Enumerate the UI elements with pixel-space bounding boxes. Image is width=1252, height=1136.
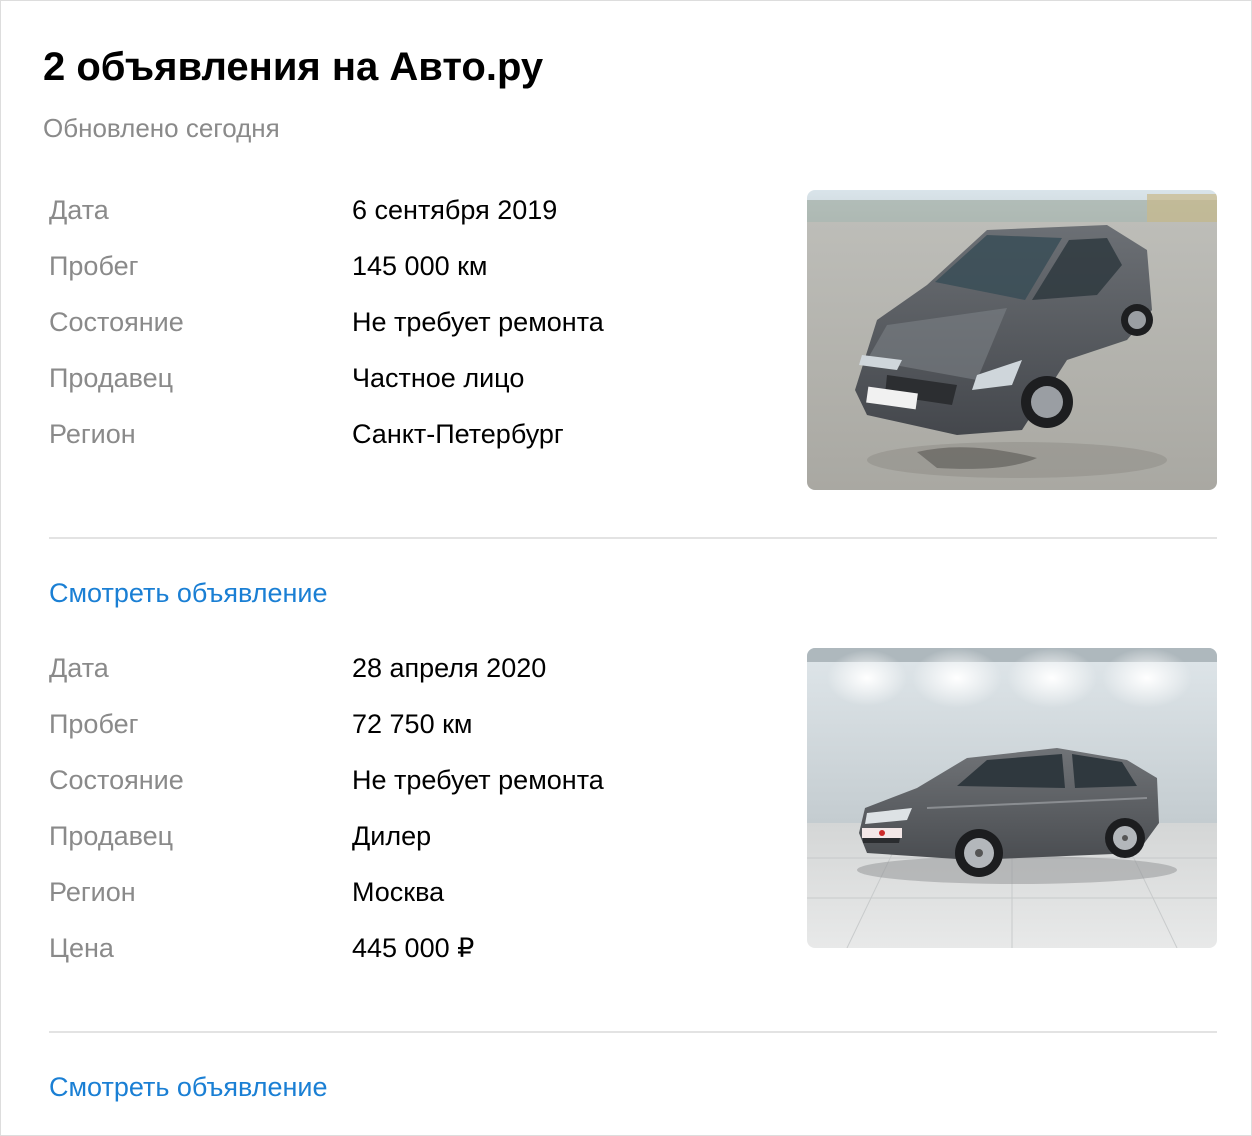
detail-row-seller: Продавец Частное лицо — [49, 358, 769, 414]
detail-label: Продавец — [49, 363, 174, 393]
detail-row-date: Дата 6 сентября 2019 — [49, 190, 769, 246]
car-photo-showroom[interactable] — [807, 648, 1217, 948]
detail-value: Дилер — [352, 821, 432, 851]
detail-value: 445 000 ₽ — [352, 933, 475, 963]
detail-label: Регион — [49, 419, 136, 449]
divider — [49, 537, 1217, 539]
detail-row-mileage: Пробег 145 000 км — [49, 246, 769, 302]
detail-row-seller: Продавец Дилер — [49, 816, 769, 872]
detail-label: Дата — [49, 195, 109, 225]
view-listing-link[interactable]: Смотреть объявление — [49, 1067, 328, 1107]
detail-label: Регион — [49, 877, 136, 907]
detail-label: Состояние — [49, 765, 184, 795]
detail-label: Состояние — [49, 307, 184, 337]
detail-label: Пробег — [49, 251, 139, 281]
detail-row-region: Регион Санкт-Петербург — [49, 414, 769, 470]
detail-value: Не требует ремонта — [352, 307, 604, 337]
detail-label: Дата — [49, 653, 109, 683]
divider — [49, 1031, 1217, 1033]
detail-label: Пробег — [49, 709, 139, 739]
view-listing-link[interactable]: Смотреть объявление — [49, 573, 328, 613]
detail-row-condition: Состояние Не требует ремонта — [49, 302, 769, 358]
listing-details: Дата 6 сентября 2019 Пробег 145 000 км С… — [49, 190, 769, 470]
detail-row-condition: Состояние Не требует ремонта — [49, 760, 769, 816]
detail-value: 145 000 км — [352, 251, 488, 281]
detail-row-region: Регион Москва — [49, 872, 769, 928]
car-photo-image — [807, 648, 1217, 948]
listing-details: Дата 28 апреля 2020 Пробег 72 750 км Сос… — [49, 648, 769, 984]
detail-label: Цена — [49, 933, 114, 963]
car-photo-image — [807, 190, 1217, 490]
updated-subtitle: Обновлено сегодня — [43, 113, 280, 143]
detail-value: Частное лицо — [352, 363, 525, 393]
car-photo-parking-lot[interactable] — [807, 190, 1217, 490]
detail-value: Москва — [352, 877, 445, 907]
detail-value: 72 750 км — [352, 709, 473, 739]
detail-value: Санкт-Петербург — [352, 419, 564, 449]
page-title: 2 объявления на Авто.ру — [43, 45, 544, 89]
detail-label: Продавец — [49, 821, 174, 851]
listings-card: 2 объявления на Авто.ру Обновлено сегодн… — [0, 0, 1252, 1136]
detail-row-date: Дата 28 апреля 2020 — [49, 648, 769, 704]
detail-value: 28 апреля 2020 — [352, 653, 547, 683]
detail-row-mileage: Пробег 72 750 км — [49, 704, 769, 760]
detail-row-price: Цена 445 000 ₽ — [49, 928, 769, 984]
detail-value: Не требует ремонта — [352, 765, 604, 795]
detail-value: 6 сентября 2019 — [352, 195, 558, 225]
